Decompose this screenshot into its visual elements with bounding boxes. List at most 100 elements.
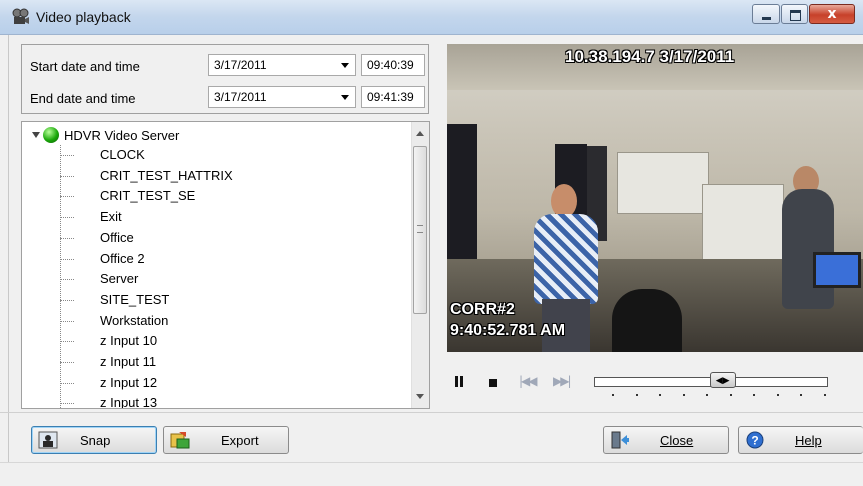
tree-connector xyxy=(60,341,74,343)
player-controls: |◀◀ ▶▶| ◀▶ xyxy=(447,352,863,410)
tree-connector xyxy=(60,258,74,260)
tree-root-label: HDVR Video Server xyxy=(64,128,180,143)
tree-item-label: Office xyxy=(100,229,134,245)
tree-item-label: Office 2 xyxy=(100,250,145,266)
end-time-value: 09:41:39 xyxy=(367,90,414,104)
slider-tick xyxy=(659,394,661,396)
chevron-down-icon[interactable] xyxy=(341,63,349,68)
tree-item[interactable]: Server xyxy=(60,270,400,290)
snap-label: Snap xyxy=(80,433,111,448)
start-datetime-label: Start date and time xyxy=(30,59,140,74)
green-status-icon xyxy=(43,127,59,143)
stop-button[interactable] xyxy=(489,379,497,387)
video-scene xyxy=(617,152,709,214)
start-time-field[interactable]: 09:40:39 xyxy=(361,54,425,76)
tree-connector xyxy=(60,362,74,363)
expand-arrow-icon[interactable] xyxy=(32,132,40,138)
tree-item[interactable]: z Input 11 xyxy=(60,353,400,373)
tree-item-label: z Input 10 xyxy=(100,333,158,349)
tree-connector xyxy=(60,299,74,301)
slider-tick xyxy=(635,394,638,396)
timestamp-overlay: 9:40:52.781 AM xyxy=(450,322,566,339)
tree-item[interactable]: z Input 10 xyxy=(60,332,400,352)
pause-button[interactable] xyxy=(455,376,463,387)
scroll-up-icon[interactable] xyxy=(416,131,424,136)
tree-item[interactable]: CRIT_TEST_HATTRIX xyxy=(60,167,400,187)
date-range-panel: Start date and time 3/17/2011 09:40:39 E… xyxy=(21,44,429,114)
tree-item[interactable]: CLOCK xyxy=(60,146,400,166)
slider-thumb[interactable]: ◀▶ xyxy=(709,372,736,388)
window-title: Video playback xyxy=(36,9,131,25)
slider-tick xyxy=(729,394,732,396)
slider-tick xyxy=(800,394,802,396)
scroll-thumb[interactable] xyxy=(413,146,427,314)
tree-item[interactable]: Exit xyxy=(60,208,400,228)
tree-connector xyxy=(60,196,74,198)
tree-item-label: Server xyxy=(100,271,139,287)
slider-tick xyxy=(823,394,826,396)
tree-item-label: z Input 12 xyxy=(100,374,158,390)
tree-scrollbar[interactable] xyxy=(411,122,429,408)
tree-connector xyxy=(60,320,74,322)
camera-tree[interactable]: HDVR Video Server CLOCK CRIT_TEST_HATTRIX… xyxy=(21,121,430,409)
video-scene xyxy=(551,184,577,218)
close-label: Close xyxy=(660,433,694,448)
tree-item-label: Exit xyxy=(100,209,122,225)
video-frame[interactable]: 10.38.194.7 3/17/2011 CORR#2 9:40:52.781… xyxy=(447,44,863,352)
slider-tick xyxy=(682,394,685,396)
snap-button[interactable]: Snap xyxy=(31,426,157,454)
tree-connector xyxy=(60,403,74,405)
video-header-overlay: 10.38.194.7 3/17/2011 xyxy=(565,47,735,66)
tree-item[interactable]: z Input 13 xyxy=(60,394,400,408)
scroll-down-icon[interactable] xyxy=(416,394,424,399)
tree-item[interactable]: SITE_TEST xyxy=(60,291,400,311)
tree-item[interactable]: CRIT_TEST_SE xyxy=(60,187,400,207)
end-datetime-label: End date and time xyxy=(30,91,136,106)
tree-connector xyxy=(60,382,74,384)
tree-connector xyxy=(60,217,74,219)
close-icon: x xyxy=(827,6,837,22)
tree-item[interactable]: Workstation xyxy=(60,312,400,332)
end-time-field[interactable]: 09:41:39 xyxy=(361,86,425,108)
video-scene xyxy=(612,289,682,352)
tree-connector xyxy=(60,175,74,177)
slider-tick xyxy=(753,394,755,396)
camera-reel-icon xyxy=(12,8,29,24)
help-icon: ? xyxy=(746,431,764,449)
svg-text:?: ? xyxy=(751,434,758,448)
video-scene xyxy=(447,124,477,274)
skip-forward-button[interactable]: ▶▶| xyxy=(553,374,571,388)
tree-item-label: z Input 11 xyxy=(100,354,157,369)
export-button[interactable]: Export xyxy=(163,426,289,454)
end-date-value: 3/17/2011 xyxy=(214,90,267,104)
chevron-down-icon[interactable] xyxy=(341,95,349,100)
tree-item-label: CRIT_TEST_SE xyxy=(100,188,196,204)
help-button[interactable]: ? Help xyxy=(738,426,863,454)
skip-back-button[interactable]: |◀◀ xyxy=(519,374,537,388)
window-close-button[interactable]: x xyxy=(809,4,855,24)
tree-item[interactable]: Office 2 xyxy=(60,250,400,270)
close-button[interactable]: Close xyxy=(603,426,729,454)
tree-item-label: CLOCK xyxy=(100,147,145,162)
video-scene xyxy=(702,184,784,261)
camera-name-overlay: CORR#2 xyxy=(450,301,515,318)
slider-tick xyxy=(776,394,779,396)
slider-tick xyxy=(612,394,614,396)
start-date-picker[interactable]: 3/17/2011 xyxy=(208,54,356,76)
minimize-button[interactable] xyxy=(752,4,780,24)
video-scene xyxy=(534,214,598,304)
tree-connector xyxy=(60,237,74,239)
tree-item-label: SITE_TEST xyxy=(100,291,170,307)
maximize-button[interactable] xyxy=(781,4,808,24)
end-date-picker[interactable]: 3/17/2011 xyxy=(208,86,356,108)
tree-item-label: CRIT_TEST_HATTRIX xyxy=(100,167,233,183)
tree-connector xyxy=(60,279,74,281)
camera-snapshot-icon xyxy=(38,431,58,449)
tree-item[interactable]: z Input 12 xyxy=(60,374,400,394)
exit-door-icon xyxy=(611,431,629,449)
status-bar xyxy=(0,462,863,486)
video-scene xyxy=(813,252,861,288)
title-bar[interactable]: Video playback x xyxy=(0,0,863,35)
tree-item[interactable]: Office xyxy=(60,229,400,249)
window-frame xyxy=(8,34,9,485)
